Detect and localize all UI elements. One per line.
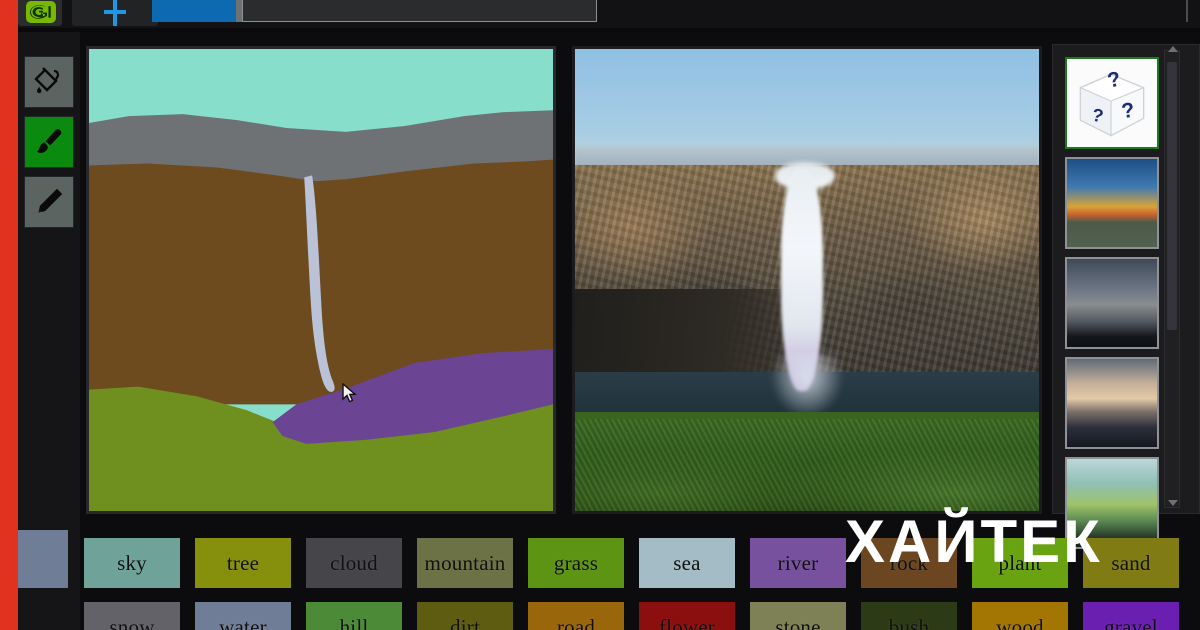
palette-swatch-sky[interactable]: sky bbox=[84, 538, 180, 588]
palette-swatch-label: sand bbox=[1111, 550, 1151, 575]
tab-bar-empty-area bbox=[597, 0, 1200, 26]
palette-swatch-river[interactable]: river bbox=[750, 538, 846, 588]
plus-icon bbox=[102, 0, 128, 26]
segmentation-drawing bbox=[89, 49, 553, 511]
palette-swatch-sea[interactable]: sea bbox=[639, 538, 735, 588]
new-tab-button[interactable] bbox=[72, 0, 158, 26]
generated-waterfall-spray bbox=[769, 353, 845, 419]
paint-bucket-tool[interactable] bbox=[24, 56, 74, 108]
pencil-tool[interactable] bbox=[24, 176, 74, 228]
palette-swatch-label: river bbox=[777, 550, 819, 575]
brush-icon bbox=[32, 125, 66, 159]
thumbnail-image bbox=[1067, 259, 1157, 347]
brush-tool[interactable] bbox=[24, 116, 74, 168]
palette-swatch-label: grass bbox=[553, 550, 599, 575]
palette-swatch-label: bush bbox=[888, 614, 930, 630]
palette-swatch-snow[interactable]: snow bbox=[84, 602, 180, 630]
current-color-indicator[interactable] bbox=[18, 530, 68, 588]
style-thumbnail[interactable] bbox=[1065, 357, 1159, 449]
palette-swatch-mountain[interactable]: mountain bbox=[417, 538, 513, 588]
paint-bucket-icon bbox=[32, 65, 66, 99]
generated-grass-texture bbox=[575, 418, 1039, 511]
palette-swatch-bush[interactable]: bush bbox=[861, 602, 957, 630]
url-input[interactable] bbox=[242, 0, 597, 22]
palette-swatch-hill[interactable]: hill bbox=[306, 602, 402, 630]
arrow-cursor-icon bbox=[342, 383, 357, 403]
thumbnail-image bbox=[1067, 159, 1157, 247]
palette-swatch-label: sea bbox=[673, 550, 701, 575]
scrollbar-thumb[interactable] bbox=[1167, 62, 1177, 330]
segmentation-canvas[interactable] bbox=[86, 46, 556, 514]
palette-swatch-cloud[interactable]: cloud bbox=[306, 538, 402, 588]
palette-swatch-grass[interactable]: grass bbox=[528, 538, 624, 588]
palette-swatch-label: dirt bbox=[450, 614, 480, 630]
palette-swatch-wood[interactable]: wood bbox=[972, 602, 1068, 630]
palette-swatch-dirt[interactable]: dirt bbox=[417, 602, 513, 630]
gaugan-app-window: ? ? ? sky tree cloud mountain grass sea river r… bbox=[0, 0, 1200, 630]
palette-swatch-label: hill bbox=[339, 614, 369, 630]
generated-image-canvas[interactable] bbox=[572, 46, 1042, 514]
palette-swatch-label: mountain bbox=[424, 550, 506, 575]
palette-swatch-label: snow bbox=[109, 614, 155, 630]
style-thumbnail[interactable] bbox=[1065, 157, 1159, 249]
watermark: ХАЙТЕК bbox=[845, 508, 1103, 575]
palette-swatch-water[interactable]: water bbox=[195, 602, 291, 630]
palette-swatch-gravel[interactable]: gravel bbox=[1083, 602, 1179, 630]
palette-swatch-label: stone bbox=[775, 614, 821, 630]
style-thumbnail[interactable] bbox=[1065, 257, 1159, 349]
palette-swatch-label: flower bbox=[658, 614, 715, 630]
palette-swatch-road[interactable]: road bbox=[528, 602, 624, 630]
palette-swatch-tree[interactable]: tree bbox=[195, 538, 291, 588]
toolbar-divider bbox=[1186, 0, 1188, 22]
triangle-down-icon[interactable] bbox=[1168, 500, 1178, 506]
palette-swatch-label: road bbox=[556, 614, 596, 630]
palette-swatch-stone[interactable]: stone bbox=[750, 602, 846, 630]
nvidia-logo-icon bbox=[26, 1, 56, 23]
dice-question-icon: ? ? ? bbox=[1067, 59, 1157, 147]
browser-tab-bar bbox=[0, 0, 1200, 28]
random-style-thumbnail[interactable]: ? ? ? bbox=[1065, 57, 1159, 149]
palette-swatch-label: water bbox=[219, 614, 267, 630]
pencil-icon bbox=[32, 185, 66, 219]
palette-swatch-label: wood bbox=[996, 614, 1044, 630]
palette-swatch-label: sky bbox=[117, 550, 147, 575]
palette-swatch-label: cloud bbox=[330, 550, 378, 575]
palette-swatch-label: gravel bbox=[1104, 614, 1158, 630]
browser-tab-active[interactable] bbox=[152, 0, 236, 22]
palette-swatch-label: tree bbox=[226, 550, 260, 575]
triangle-up-icon[interactable] bbox=[1168, 46, 1178, 52]
thumbnail-image bbox=[1067, 359, 1157, 447]
left-red-strip bbox=[0, 0, 18, 630]
palette-swatch-flower[interactable]: flower bbox=[639, 602, 735, 630]
